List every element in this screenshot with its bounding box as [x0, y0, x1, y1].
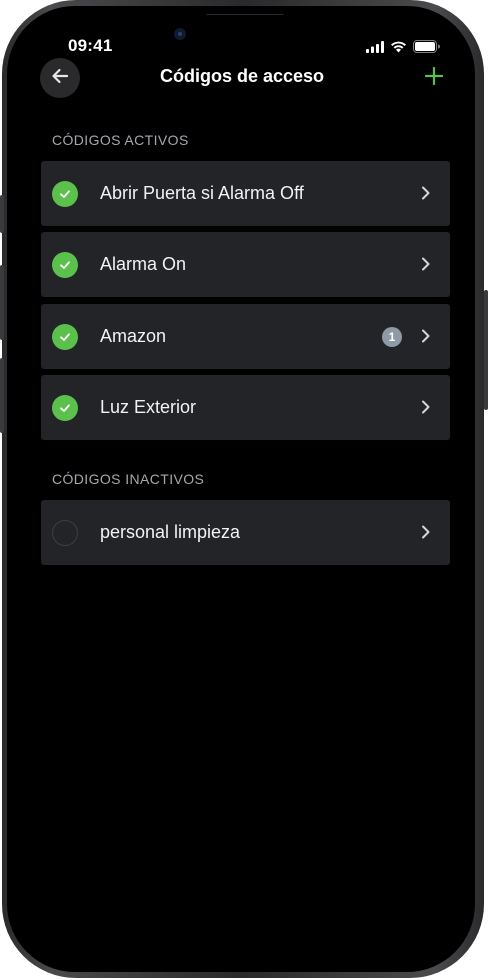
signal-icon	[366, 40, 384, 58]
code-row[interactable]: Abrir Puerta si Alarma Off	[41, 161, 450, 226]
page-title: Códigos de acceso	[159, 66, 325, 86]
code-label: personal limpieza	[100, 522, 241, 542]
chevron-right-icon	[422, 400, 430, 414]
checkmark-icon	[60, 261, 70, 269]
section-header-inactive: CÓDIGOS INACTIVOS	[52, 471, 205, 487]
checkmark-icon	[60, 333, 70, 341]
chevron-right-icon	[422, 186, 430, 200]
checkmark-icon	[60, 404, 70, 412]
status-icons	[366, 40, 440, 58]
volume-up-button	[0, 265, 4, 340]
status-check	[52, 252, 78, 278]
action-button	[0, 195, 4, 233]
code-label: Alarma On	[100, 254, 187, 274]
speaker-slot	[205, 14, 285, 15]
code-row[interactable]: Alarma On	[41, 232, 450, 297]
volume-down-button	[0, 358, 4, 433]
checkmark-icon	[60, 190, 70, 198]
code-label: Abrir Puerta si Alarma Off	[100, 183, 304, 203]
status-empty-circle	[52, 520, 78, 546]
code-row[interactable]: Luz Exterior	[41, 375, 450, 440]
chevron-right-icon	[422, 257, 430, 271]
code-label: Amazon	[100, 326, 167, 346]
status-check	[52, 324, 78, 350]
chevron-right-icon	[422, 525, 430, 539]
status-check	[52, 181, 78, 207]
screen: 09:41 Códigos de acceso CÓDIGOS ACTIVOS …	[16, 14, 468, 964]
code-row[interactable]: personal limpieza	[41, 500, 450, 565]
wifi-icon	[390, 40, 407, 58]
plus-icon	[424, 66, 444, 90]
code-row[interactable]: Amazon 1	[41, 304, 450, 369]
battery-icon	[413, 40, 440, 58]
code-label: Luz Exterior	[100, 397, 197, 417]
section-header-active: CÓDIGOS ACTIVOS	[52, 132, 189, 148]
power-button	[484, 290, 488, 410]
status-check	[52, 395, 78, 421]
add-code-button[interactable]	[420, 64, 448, 92]
notification-badge: 1	[382, 327, 402, 347]
front-camera	[174, 28, 186, 40]
status-time: 09:41	[68, 36, 113, 55]
chevron-right-icon	[422, 329, 430, 343]
